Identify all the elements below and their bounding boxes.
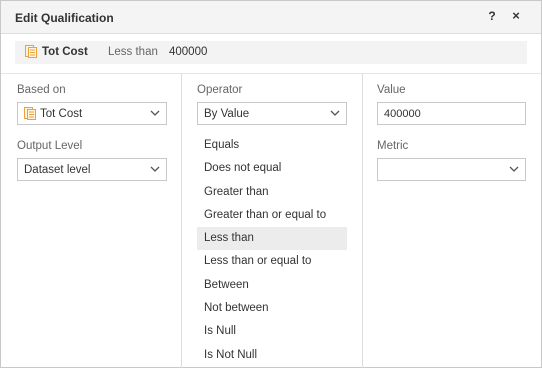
qualification-summary: Tot Cost Less than 400000 bbox=[15, 41, 527, 64]
operator-option[interactable]: Less than bbox=[197, 227, 347, 251]
operator-option[interactable]: Greater than or equal to bbox=[197, 204, 347, 227]
chevron-down-icon bbox=[150, 107, 160, 122]
operator-dropdown[interactable]: By Value bbox=[197, 102, 347, 125]
operator-value: By Value bbox=[204, 108, 250, 120]
metric-label: Metric bbox=[377, 140, 409, 152]
dialog-titlebar[interactable]: Edit Qualification ? × bbox=[1, 1, 541, 34]
based-on-value: Tot Cost bbox=[40, 108, 83, 120]
summary-value: 400000 bbox=[169, 46, 208, 58]
based-on-label: Based on bbox=[17, 84, 66, 96]
metric-icon bbox=[24, 107, 36, 123]
operator-option[interactable]: Does not equal bbox=[197, 157, 347, 180]
operator-option[interactable]: Between bbox=[197, 274, 347, 297]
operator-option[interactable]: Less than or equal to bbox=[197, 250, 347, 273]
chevron-down-icon bbox=[509, 163, 519, 178]
output-level-value: Dataset level bbox=[24, 164, 91, 176]
close-button[interactable]: × bbox=[509, 8, 523, 24]
summary-attribute: Tot Cost bbox=[42, 46, 88, 58]
summary-operator: Less than bbox=[108, 46, 158, 58]
operator-label: Operator bbox=[197, 84, 243, 96]
output-level-label: Output Level bbox=[17, 140, 83, 152]
edit-qualification-dialog: Edit Qualification ? × Tot Cost Less tha… bbox=[0, 0, 542, 368]
column-divider-2 bbox=[362, 74, 363, 368]
dialog-title: Edit Qualification bbox=[15, 11, 114, 25]
operator-option[interactable]: Equals bbox=[197, 134, 347, 157]
column-divider-1 bbox=[181, 74, 182, 368]
output-level-dropdown[interactable]: Dataset level bbox=[17, 158, 167, 181]
operator-option[interactable]: Is Null bbox=[197, 320, 347, 343]
based-on-dropdown[interactable]: Tot Cost bbox=[17, 102, 167, 125]
value-label: Value bbox=[377, 84, 406, 96]
operator-option[interactable]: Is Not Null bbox=[197, 344, 347, 367]
operator-options-list: Equals Does not equal Greater than Greater … bbox=[197, 134, 347, 367]
section-divider bbox=[1, 73, 541, 74]
help-button[interactable]: ? bbox=[485, 9, 499, 25]
value-input-box bbox=[377, 102, 526, 125]
value-input[interactable] bbox=[378, 103, 525, 124]
operator-option[interactable]: Not between bbox=[197, 297, 347, 320]
chevron-down-icon bbox=[330, 107, 340, 122]
metric-dropdown[interactable] bbox=[377, 158, 526, 181]
metric-icon bbox=[25, 45, 37, 61]
chevron-down-icon bbox=[150, 163, 160, 178]
operator-option[interactable]: Greater than bbox=[197, 181, 347, 204]
